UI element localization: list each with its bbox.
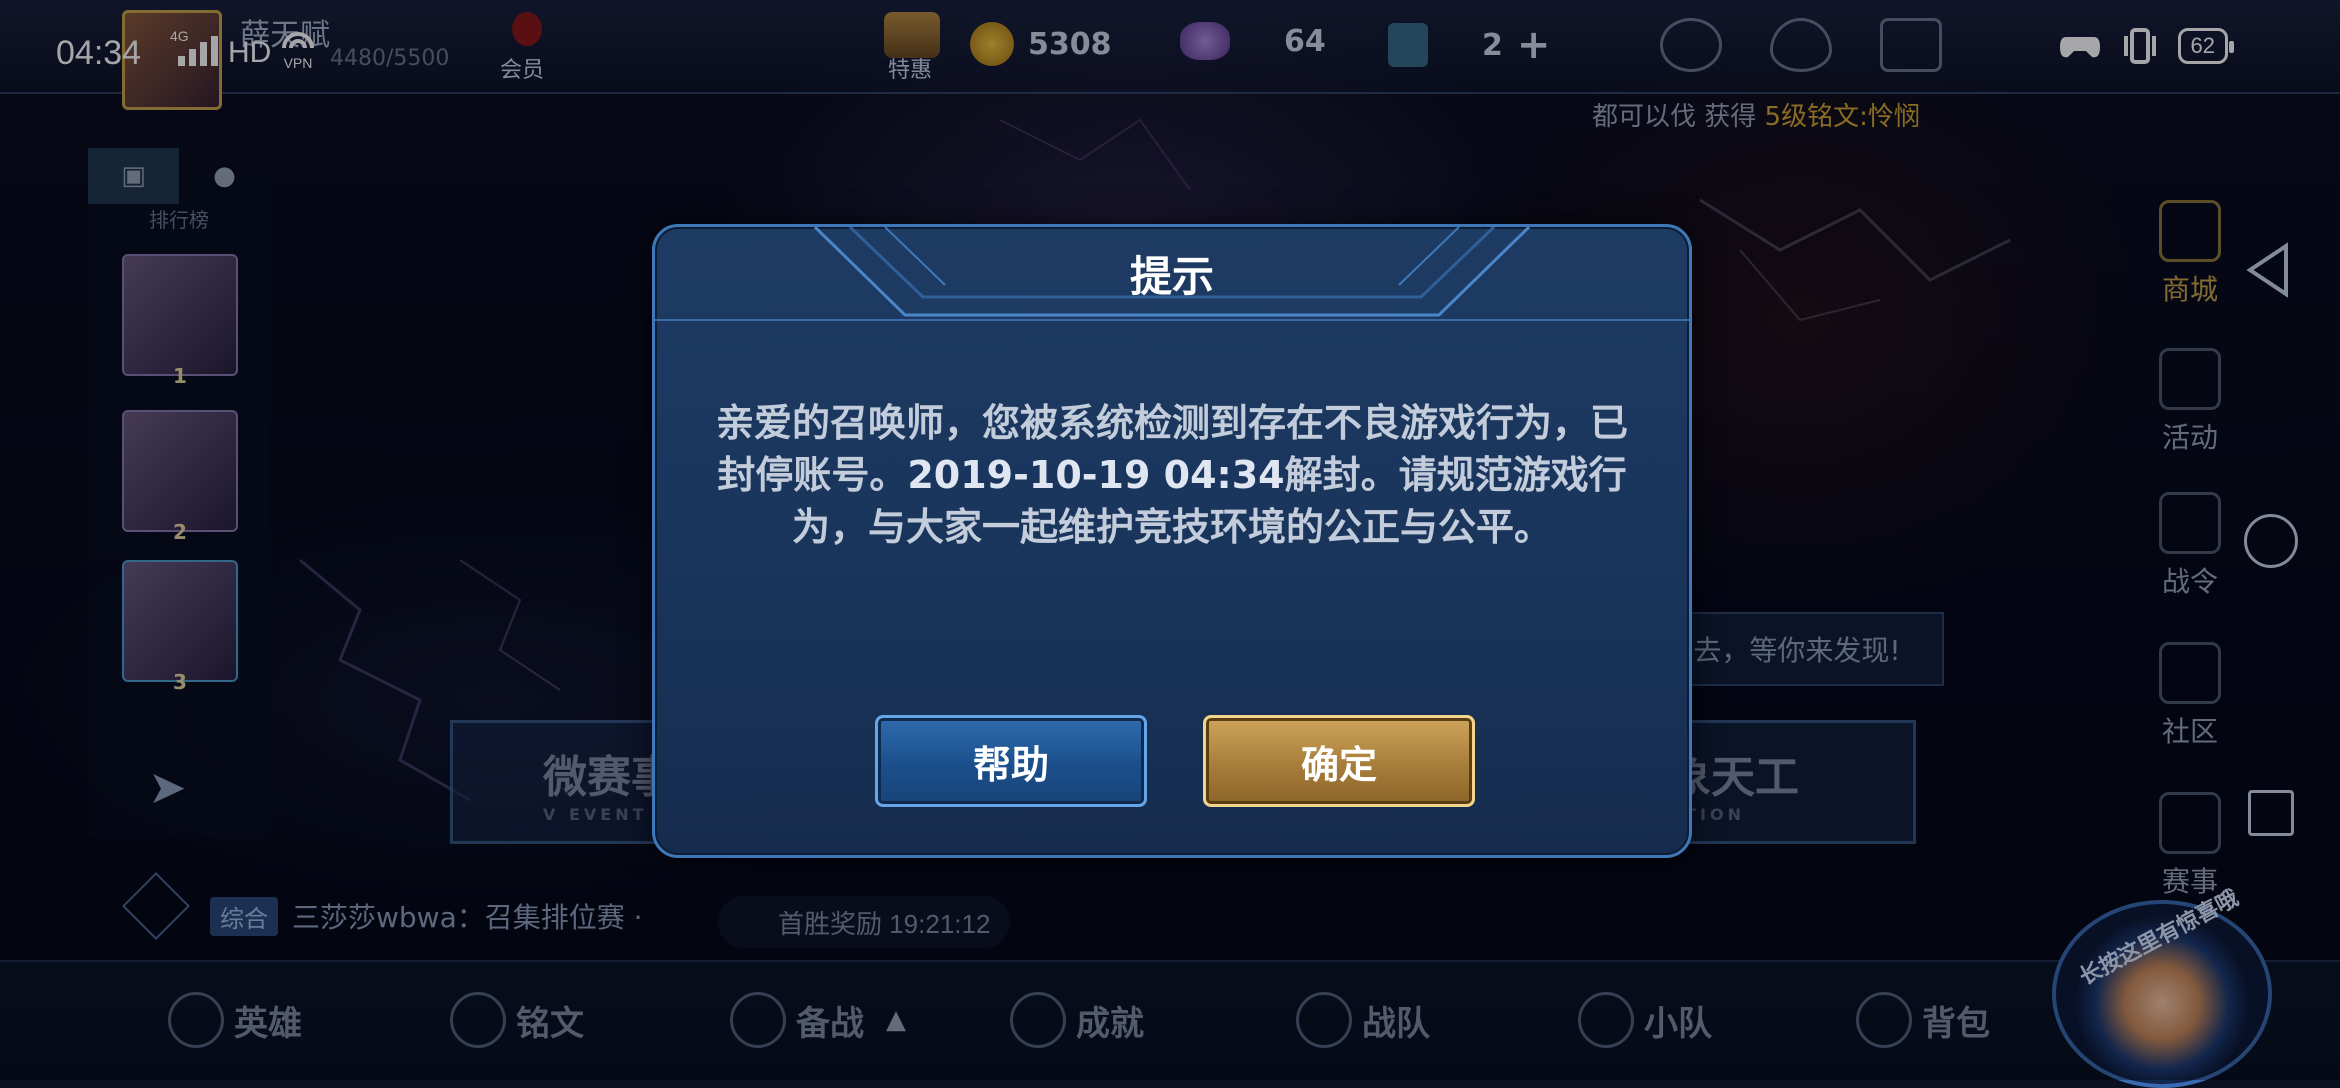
help-button[interactable]: 帮助 (875, 715, 1147, 807)
confirm-button[interactable]: 确定 (1203, 715, 1475, 807)
dialog-message: 亲爱的召唤师，您被系统检测到存在不良游戏行为，已封停账号。2019-10-19 … (715, 401, 1628, 549)
dialog-title: 提示 (1129, 252, 1214, 301)
dialog-header: 提示 (655, 227, 1689, 321)
ban-notice-dialog: 提示 亲爱的召唤师，您被系统检测到存在不良游戏行为，已封停账号。2019-10-… (652, 224, 1692, 858)
